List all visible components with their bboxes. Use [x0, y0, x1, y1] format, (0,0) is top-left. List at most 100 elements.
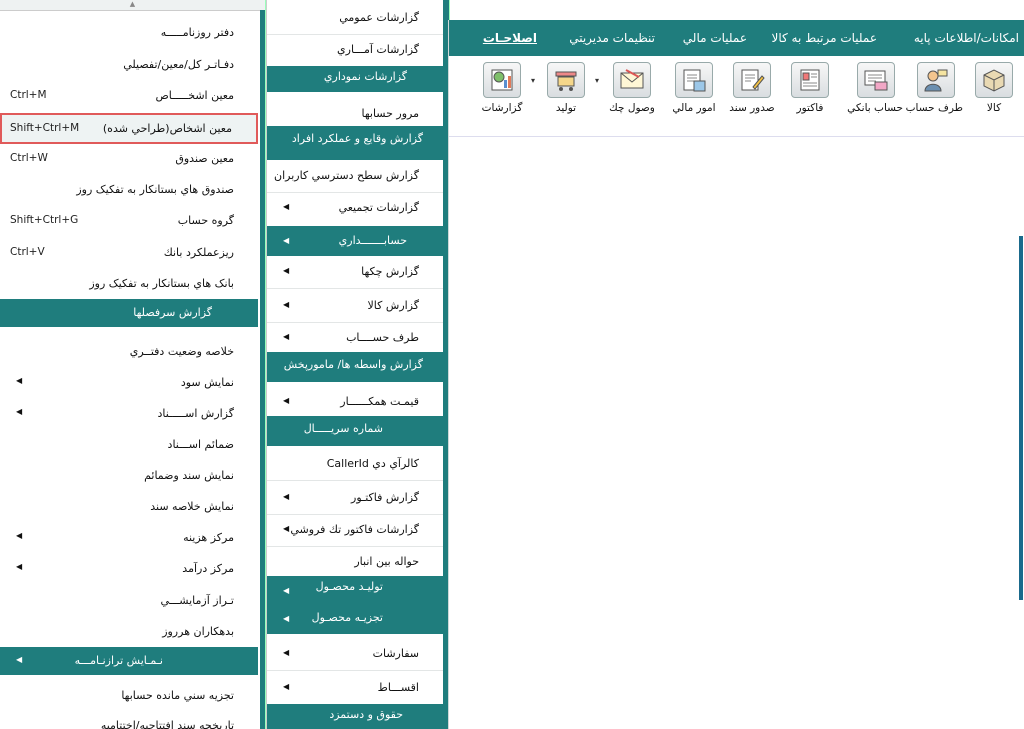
menu-item-profit[interactable]: ◀ نمايش سود [0, 368, 258, 398]
envelope-icon [613, 62, 651, 98]
menu-item-label: معين اشخـــــاص [155, 89, 234, 102]
menu-item-invoice-report[interactable]: ◀ گزارش فاکتـور [267, 482, 443, 515]
menu-item-opening-closing[interactable]: تاريخچه سند افتتاحيه/اختتاميه [0, 711, 258, 729]
menu-item-daily-debtors[interactable]: بدهکاران هرروز [0, 617, 258, 647]
chart-icon [483, 62, 521, 98]
toolbar-reports-button[interactable]: گزارشات [475, 62, 529, 122]
menu-item-counterparty[interactable]: ◀ طرف حســــاب [267, 322, 443, 354]
shortcut-label: Shift+Ctrl+M [10, 122, 80, 134]
menu-item-persons-ledger-designed[interactable]: Shift+Ctrl+M معين اشخاص(طراحي شده) [0, 113, 258, 144]
menu-item-label: دفتر روزنامـــــه [160, 26, 234, 39]
menu-item-general-reports[interactable]: گزارشات عمومي [267, 2, 443, 35]
menu-item-label: تـراز آزمايشـــي [160, 594, 234, 607]
dropdown-arrow-icon[interactable]: ▾ [531, 76, 535, 85]
menubar-admin-settings[interactable]: تنظيمات مديريتي [569, 31, 655, 45]
menu-item-aging[interactable]: تجزيه سني مانده حسابها [0, 681, 258, 711]
menu-item-label: گزارشات آمـــاري [337, 43, 419, 56]
menu-item-label: نمايش سود [180, 376, 234, 389]
menu-item-income-center[interactable]: ◀ مرکز درآمد [0, 554, 258, 584]
dropdown-arrow-icon[interactable]: ▾ [595, 76, 599, 85]
menu-item-label: گزارش فاکتـور [351, 491, 419, 504]
menu-edge-bar [260, 10, 265, 729]
toolbar-invoice-button[interactable]: فاکتور [783, 62, 837, 122]
menu-item-label: معين اشخاص(طراحي شده) [102, 122, 232, 135]
reports-menu: گزارشات عمومي گزارشات آمـــاري گزارشات ن… [266, 0, 450, 729]
menu-section-headings-report[interactable]: گزارش سرفصلها [0, 299, 258, 327]
menu-item-label: بانک هاي بستانکار به تفکيک روز [89, 277, 234, 290]
menu-item-label: خلاصه وضعيت دفتــري [129, 345, 234, 358]
menu-section-label: گزارش واسطه ها/ مامورپخش [283, 358, 423, 371]
ledger-icon [675, 62, 713, 98]
splitter-bar[interactable] [1019, 236, 1023, 600]
menu-item-checks-report[interactable]: ◀ گزارش چکها [267, 256, 443, 289]
submenu-arrow-icon: ◀ [283, 492, 290, 501]
menu-item-user-access[interactable]: گزارش سطح دسترسي کاربران [267, 160, 443, 193]
menu-item-warehouse-transfer[interactable]: حواله بين انبار [267, 546, 443, 578]
menubar-base-info[interactable]: امکانات/اطلاعات پايه [914, 31, 1019, 45]
menu-section-label: گزارش وقايع و عملکرد افراد [291, 132, 423, 145]
menu-item-doc-with-attachments[interactable]: نمايش سند وضمائم [0, 461, 258, 491]
menu-item-caller-id[interactable]: کالرآي دي CallerId [267, 448, 443, 481]
menu-section-balance-sheet[interactable]: ◀ نـمـايش ترازنـامـــه [0, 647, 258, 675]
menu-item-journal[interactable]: دفتر روزنامـــــه [0, 18, 258, 48]
menu-section-payroll[interactable]: حقوق و دستمزد [267, 704, 443, 729]
menubar-goods-ops[interactable]: عمليات مرتبط به کالا [772, 31, 877, 45]
menu-section-agents[interactable]: گزارش واسطه ها/ مامورپخش [267, 352, 443, 382]
menu-item-cash-by-day[interactable]: صندوق هاي بستانکار به تفکيک روز [0, 175, 258, 205]
menu-section-label: حسابـــــــداري [338, 234, 407, 247]
person-card-icon [917, 62, 955, 98]
menu-section-disassembly[interactable]: ◀ تجزيـه محصـول [267, 604, 443, 634]
menu-item-cash-ledger[interactable]: Ctrl+W معين صندوق [0, 144, 258, 174]
menu-item-doc-summary[interactable]: نمايش خلاصه سند [0, 492, 258, 522]
menu-item-trial-balance[interactable]: تـراز آزمايشـــي [0, 586, 258, 616]
submenu-arrow-icon: ◀ [16, 376, 23, 385]
menu-section-chart-reports[interactable]: گزارشات نموداري [267, 66, 443, 92]
menu-item-cost-center[interactable]: ◀ مرکز هزينه [0, 523, 258, 553]
menu-item-doc-attachments[interactable]: ضمائم اســـناد [0, 430, 258, 460]
menubar-corrections[interactable]: اصلاحـات [483, 31, 537, 45]
shortcut-label: Shift+Ctrl+G [10, 214, 79, 226]
menu-item-label: دفـاتـر کل/معين/تفصيلي [123, 58, 234, 71]
toolbar-check-receipt-button[interactable]: وصول چك [605, 62, 659, 122]
menu-item-summary-status[interactable]: خلاصه وضعيت دفتــري [0, 337, 258, 367]
menu-item-label: نمايش خلاصه سند [150, 500, 234, 513]
menu-section-serial-number[interactable]: شماره سريـــــال [267, 416, 443, 446]
menu-section-production[interactable]: ◀ توليـد محصـول [267, 576, 443, 604]
submenu-arrow-icon: ◀ [283, 682, 290, 691]
toolbar-bank-account-button[interactable]: حساب بانکي [847, 62, 903, 122]
menu-item-ledgers[interactable]: دفـاتـر کل/معين/تفصيلي [0, 50, 258, 80]
menu-item-banks-by-day[interactable]: بانک هاي بستانکار به تفکيک روز [0, 269, 258, 299]
submenu-arrow-icon: ◀ [16, 531, 23, 540]
menu-item-aggregate-reports[interactable]: ◀ گزارشات تجميعي [267, 192, 443, 224]
menu-section-label: حقوق و دستمزد [329, 708, 403, 721]
menu-scroll-up-icon[interactable]: ▲ [0, 0, 265, 11]
menu-item-account-group[interactable]: Shift+Ctrl+G گروه حساب [0, 206, 258, 236]
menu-item-label: صندوق هاي بستانکار به تفکيک روز [76, 183, 234, 196]
menu-item-partner-price[interactable]: ◀ قيمـت همکــــــار [267, 386, 443, 418]
menu-item-label: گزارشات تجميعي [338, 201, 419, 214]
toolbar-goods-button[interactable]: کالا [967, 62, 1021, 122]
menu-section-label: شماره سريـــــال [303, 422, 383, 435]
menu-item-documents-report[interactable]: ◀ گزارش اســـــناد [0, 399, 258, 429]
submenu-arrow-icon: ◀ [16, 407, 23, 416]
menubar-financial-ops[interactable]: عمليات مالي [683, 31, 747, 45]
menu-section-label: تجزيـه محصـول [311, 611, 383, 624]
menu-section-events-performance[interactable]: گزارش وقايع و عملکرد افراد [267, 126, 443, 160]
toolbar-financial-affairs-button[interactable]: امور مالي [667, 62, 721, 122]
menu-item-goods-report[interactable]: ◀ گزارش کالا [267, 290, 443, 323]
menu-section-accounting[interactable]: ◀ حسابـــــــداري [267, 226, 443, 256]
toolbar-production-button[interactable]: توليد [539, 62, 593, 122]
shortcut-label: Ctrl+V [10, 246, 45, 258]
toolbar-label: صدور سند [729, 102, 775, 114]
menu-section-label: توليـد محصـول [315, 580, 383, 593]
menu-item-bank-detail[interactable]: Ctrl+V ريزعملکرد بانك [0, 238, 258, 268]
toolbar-issue-document-button[interactable]: صدور سند [725, 62, 779, 122]
menu-item-statistical-reports[interactable]: گزارشات آمـــاري [267, 34, 443, 66]
menu-item-persons-ledger[interactable]: Ctrl+M معين اشخـــــاص [0, 81, 258, 111]
toolbar-counterparty-button[interactable]: طرف حساب [906, 62, 963, 122]
menu-item-installments[interactable]: ◀ اقســـاط [267, 672, 443, 704]
menu-item-orders[interactable]: ◀ سفارشات [267, 638, 443, 671]
menu-item-label: گروه حساب [177, 214, 234, 227]
submenu-arrow-icon: ◀ [16, 562, 23, 571]
menu-item-retail-invoice-reports[interactable]: ◀ گزارشات فاکتور تك فروشي [267, 514, 443, 547]
